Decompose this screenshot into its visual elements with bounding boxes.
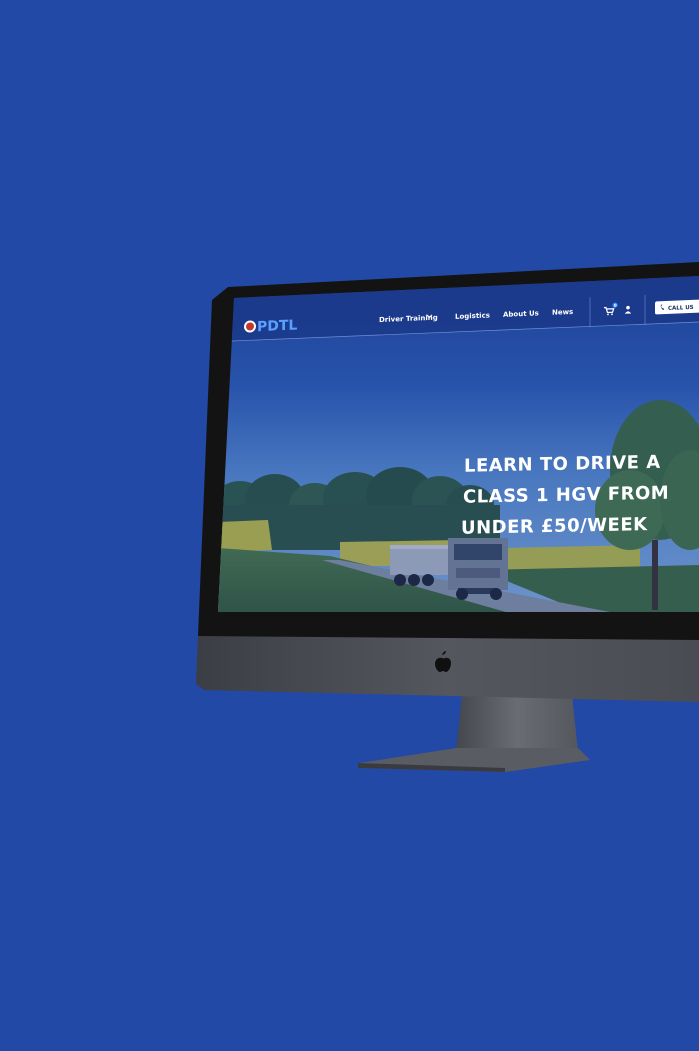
call-us-button[interactable]: CALL US bbox=[655, 299, 699, 315]
nav-logistics[interactable]: Logistics bbox=[455, 311, 490, 320]
call-us-label: CALL US bbox=[668, 305, 694, 312]
nav-news[interactable]: News bbox=[552, 308, 573, 317]
imac-mockup: PDTL Driver Training Logistics About Us … bbox=[196, 262, 699, 772]
hero-line-3: UNDER £50/WEEK bbox=[461, 514, 648, 539]
hero-line-1: LEARN TO DRIVE A bbox=[464, 452, 661, 477]
hero-line-2: CLASS 1 HGV FROM bbox=[463, 483, 669, 508]
hero-headline: LEARN TO DRIVE A CLASS 1 HGV FROM UNDER … bbox=[461, 452, 669, 539]
cart-count: 0 bbox=[614, 303, 617, 308]
imac-stand bbox=[358, 694, 590, 772]
screen: PDTL Driver Training Logistics About Us … bbox=[218, 276, 699, 612]
logo-text: PDTL bbox=[257, 318, 297, 336]
mockup-stage: PDTL Driver Training Logistics About Us … bbox=[0, 0, 699, 1051]
nav-about-us[interactable]: About Us bbox=[503, 309, 539, 319]
